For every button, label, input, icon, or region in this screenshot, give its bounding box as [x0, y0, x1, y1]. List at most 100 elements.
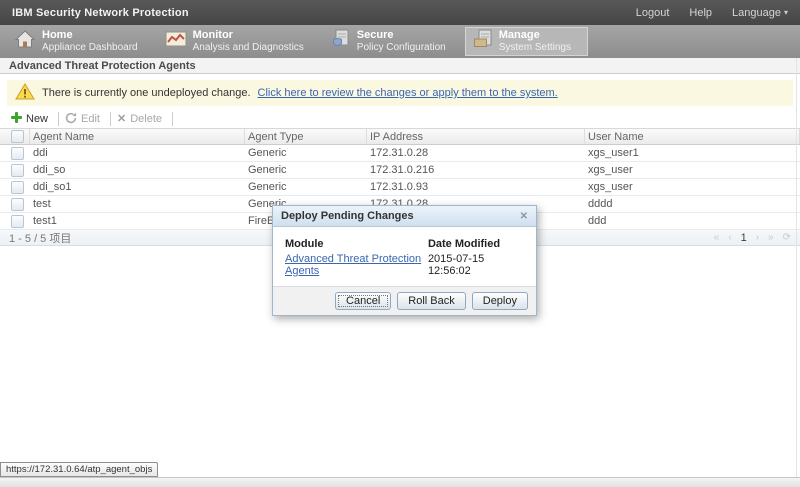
- delete-label: Delete: [130, 113, 162, 125]
- content-right-border: [796, 58, 797, 477]
- cell-user-name: xgs_user: [585, 181, 800, 193]
- cell-agent-type: Generic: [245, 181, 367, 193]
- agents-table-header: Agent Name Agent Type IP Address User Na…: [0, 128, 800, 145]
- cell-user-name: xgs_user1: [585, 147, 800, 159]
- dialog-title-bar[interactable]: Deploy Pending Changes ✕: [273, 206, 536, 227]
- cell-agent-name: ddi_so: [30, 164, 245, 176]
- toolbar-separator: [172, 112, 173, 126]
- logout-label: Logout: [636, 7, 670, 19]
- refresh-icon[interactable]: ⟳: [783, 232, 791, 243]
- secure-icon: [331, 29, 351, 54]
- plus-icon: [11, 112, 22, 126]
- top-links: Logout Help Language ▾: [636, 7, 788, 19]
- status-url-tooltip: https://172.31.0.64/atp_agent_objs: [0, 462, 158, 477]
- prev-page-icon[interactable]: ‹: [728, 232, 731, 243]
- language-menu[interactable]: Language ▾: [732, 7, 788, 19]
- header-cell-checkbox: [0, 129, 30, 144]
- deploy-button[interactable]: Deploy: [472, 292, 528, 310]
- row-checkbox[interactable]: [11, 164, 24, 177]
- tab-title: Monitor: [193, 29, 304, 42]
- tab-title: Manage: [499, 29, 571, 42]
- edit-icon: [65, 112, 77, 127]
- cell-user-name: xgs_user: [585, 164, 800, 176]
- first-page-icon[interactable]: «: [714, 232, 720, 243]
- delete-icon: ✕: [117, 114, 126, 124]
- tab-subtitle: System Settings: [499, 42, 571, 54]
- warning-icon: [15, 83, 35, 103]
- date-column: Date Modified 2015-07-15 12:56:02: [428, 238, 524, 277]
- row-checkbox[interactable]: [11, 181, 24, 194]
- manage-icon: [473, 29, 493, 54]
- toolbar-separator: [58, 112, 59, 126]
- chevron-down-icon: ▾: [784, 8, 788, 17]
- help-label: Help: [689, 7, 712, 19]
- toolbar-separator: [110, 112, 111, 126]
- cell-agent-name: ddi_so1: [30, 181, 245, 193]
- logout-link[interactable]: Logout: [636, 7, 670, 19]
- row-checkbox[interactable]: [11, 198, 24, 211]
- review-changes-link[interactable]: Click here to review the changes or appl…: [258, 87, 558, 99]
- tab-title: Home: [42, 29, 138, 42]
- column-header-agent-type: Agent Type: [245, 129, 367, 144]
- edit-label: Edit: [81, 113, 100, 125]
- module-column: Module Advanced Threat Protection Agents: [285, 238, 428, 277]
- table-row[interactable]: ddi_so1Generic172.31.0.93xgs_user: [0, 179, 800, 196]
- tab-secure[interactable]: Secure Policy Configuration: [323, 27, 463, 56]
- column-header-agent-name: Agent Name: [30, 129, 245, 144]
- help-link[interactable]: Help: [689, 7, 712, 19]
- row-checkbox-cell: [0, 215, 30, 228]
- bottom-strip: [0, 477, 800, 487]
- delete-button[interactable]: ✕ Delete: [115, 113, 168, 125]
- warning-text: There is currently one undeployed change…: [42, 87, 251, 99]
- last-page-icon[interactable]: »: [768, 232, 774, 243]
- tab-monitor[interactable]: Monitor Analysis and Diagnostics: [157, 27, 321, 56]
- deploy-pending-changes-dialog: Deploy Pending Changes ✕ Module Advanced…: [272, 205, 537, 316]
- edit-button[interactable]: Edit: [63, 112, 106, 127]
- dialog-title: Deploy Pending Changes: [281, 210, 414, 222]
- column-header-ip-address: IP Address: [367, 129, 585, 144]
- tab-subtitle: Analysis and Diagnostics: [193, 42, 304, 54]
- app-window: IBM Security Network Protection Logout H…: [0, 0, 800, 487]
- language-label: Language: [732, 7, 781, 19]
- cell-user-name: dddd: [585, 198, 800, 210]
- new-label: New: [26, 113, 48, 125]
- column-header-user-name: User Name: [585, 129, 800, 144]
- dialog-footer: Cancel Roll Back Deploy: [273, 286, 536, 315]
- date-modified-value: 2015-07-15 12:56:02: [428, 253, 524, 277]
- undeployed-changes-warning: There is currently one undeployed change…: [7, 80, 793, 106]
- new-button[interactable]: New: [9, 112, 54, 126]
- cell-ip-address: 172.31.0.93: [367, 181, 585, 193]
- row-checkbox-cell: [0, 198, 30, 211]
- tab-home[interactable]: Home Appliance Dashboard: [6, 27, 155, 56]
- row-checkbox[interactable]: [11, 147, 24, 160]
- close-icon[interactable]: ✕: [520, 211, 528, 222]
- module-label: Module: [285, 238, 428, 250]
- table-row[interactable]: ddiGeneric172.31.0.28xgs_user1: [0, 145, 800, 162]
- tab-manage[interactable]: Manage System Settings: [465, 27, 588, 56]
- row-checkbox[interactable]: [11, 215, 24, 228]
- cell-agent-name: ddi: [30, 147, 245, 159]
- cell-agent-type: Generic: [245, 164, 367, 176]
- roll-back-button[interactable]: Roll Back: [397, 292, 465, 310]
- main-nav: Home Appliance Dashboard Monitor Analysi…: [0, 25, 800, 58]
- app-title: IBM Security Network Protection: [12, 7, 189, 19]
- tab-subtitle: Policy Configuration: [357, 42, 446, 54]
- page-title: Advanced Threat Protection Agents: [0, 58, 800, 74]
- agents-toolbar: New Edit ✕ Delete: [0, 110, 800, 128]
- date-modified-label: Date Modified: [428, 238, 524, 250]
- select-all-checkbox[interactable]: [11, 130, 24, 143]
- pagination-summary: 1 - 5 / 5 项目: [9, 230, 71, 246]
- cell-agent-type: Generic: [245, 147, 367, 159]
- next-page-icon[interactable]: ›: [756, 232, 759, 243]
- cell-user-name: ddd: [585, 215, 800, 227]
- cell-ip-address: 172.31.0.216: [367, 164, 585, 176]
- tab-subtitle: Appliance Dashboard: [42, 42, 138, 54]
- cancel-button[interactable]: Cancel: [335, 292, 391, 310]
- cell-agent-name: test: [30, 198, 245, 210]
- cell-ip-address: 172.31.0.28: [367, 147, 585, 159]
- module-link[interactable]: Advanced Threat Protection Agents: [285, 253, 428, 277]
- table-row[interactable]: ddi_soGeneric172.31.0.216xgs_user: [0, 162, 800, 179]
- tab-title: Secure: [357, 29, 446, 42]
- monitor-icon: [165, 30, 187, 53]
- row-checkbox-cell: [0, 164, 30, 177]
